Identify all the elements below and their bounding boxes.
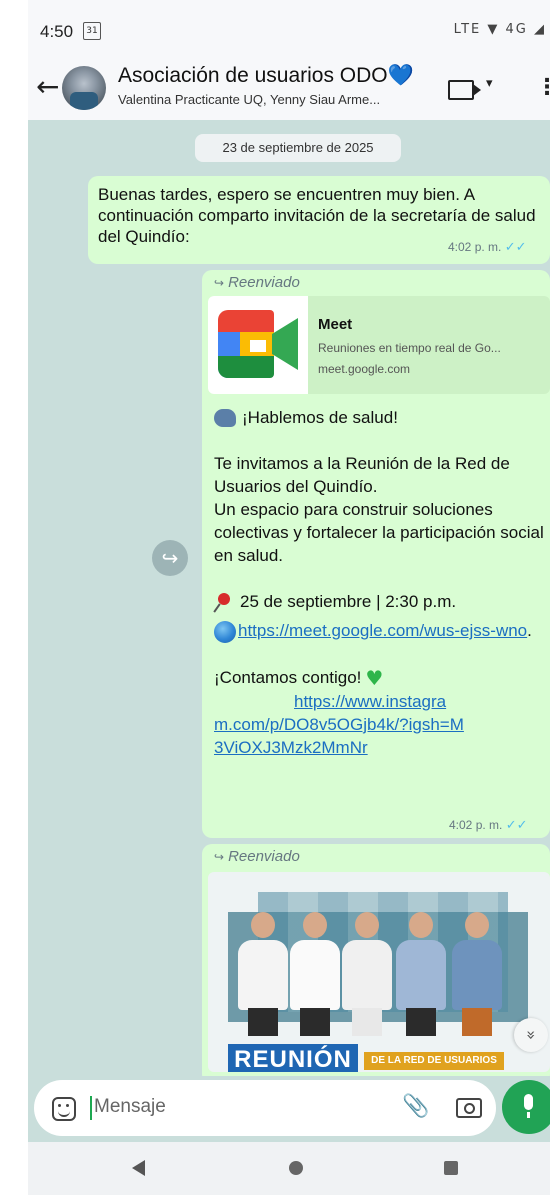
read-ticks-icon: ✓✓ <box>505 818 528 833</box>
invitation-image[interactable]: REUNIÓN DE LA RED DE USUARIOS <box>208 872 550 1072</box>
message-placeholder[interactable]: Mensaje <box>94 1096 166 1118</box>
chat-title[interactable]: Asociación de usuarios ODO💙 <box>118 64 414 88</box>
chat-title-text: Asociación de usuarios ODO <box>118 64 388 87</box>
message-time: 4:02 p. m. <box>449 818 503 832</box>
chevron-down-icon[interactable]: ▾ <box>486 76 493 91</box>
closing-text: ¡Contamos contigo! <box>214 667 362 687</box>
person-doctor <box>290 912 340 1036</box>
message-time-container: 4:02 p. m. ✓✓ <box>449 818 528 833</box>
forwarded-icon: ↪ <box>214 850 225 864</box>
system-navigation-bar <box>28 1142 550 1195</box>
attach-icon[interactable]: 📎 <box>402 1094 429 1119</box>
message-bubble[interactable]: Buenas tardes, espero se encuentren muy … <box>88 176 550 264</box>
chat-participants[interactable]: Valentina Practicante UQ, Yenny Siau Arm… <box>118 92 380 107</box>
pushpin-emoji <box>214 592 234 613</box>
nav-recent-apps-icon[interactable] <box>444 1161 458 1175</box>
scroll-down-button[interactable]: » <box>514 1018 548 1052</box>
forwarded-text: Reenviado <box>228 848 300 865</box>
message-body: ¡Hablemos de salud! Te invitamos a la Re… <box>214 406 544 759</box>
status-time: 4:50 <box>40 22 74 41</box>
chat-header: ← Asociación de usuarios ODO💙 Valentina … <box>28 62 550 120</box>
forward-button[interactable]: ↪ <box>152 540 188 576</box>
forwarded-icon: ↪ <box>214 276 225 290</box>
message-line: https://meet.google.com/wus-ejss-wno. <box>214 619 544 643</box>
link-period: . <box>527 621 532 640</box>
instagram-link[interactable]: https://www.instagram.com/p/DO8v5OGjb4k/… <box>214 692 464 757</box>
image-banner-subtitle: DE LA RED DE USUARIOS <box>364 1052 504 1070</box>
headline-text: ¡Hablemos de salud! <box>242 408 398 427</box>
message-line: ¡Contamos contigo! ♥ <box>214 666 544 690</box>
space-text: Un espacio para construir soluciones col… <box>214 500 544 565</box>
speaking-head-emoji <box>214 408 236 427</box>
link-preview-description: Reuniones en tiempo real de Go... <box>318 341 501 355</box>
more-options-icon[interactable]: ⋮ <box>536 76 550 98</box>
person-musician <box>396 912 446 1036</box>
message-line: https://www.instagram.com/p/DO8v5OGjb4k/… <box>214 690 544 759</box>
voice-message-button[interactable] <box>502 1080 550 1134</box>
back-arrow-icon[interactable]: ← <box>36 72 59 102</box>
link-preview-domain: meet.google.com <box>318 362 411 376</box>
nav-back-icon[interactable] <box>132 1160 145 1176</box>
invite-text: Te invitamos a la Reunión de la Red de U… <box>214 454 510 496</box>
image-banner-title: REUNIÓN <box>228 1044 358 1072</box>
camera-icon[interactable] <box>456 1098 482 1118</box>
forwarded-image-bubble[interactable]: ↪ Reenviado REUNIÓN DE LA RED DE USUARIOS <box>202 844 550 1076</box>
message-input[interactable]: Mensaje 📎 <box>34 1080 496 1136</box>
meet-link[interactable]: https://meet.google.com/wus-ejss-wno <box>238 621 527 640</box>
chat-area: 23 de septiembre de 2025 Buenas tardes, … <box>28 120 550 1076</box>
link-preview-title: Meet <box>318 316 353 333</box>
message-composer: Mensaje 📎 <box>28 1076 550 1142</box>
nav-home-icon[interactable] <box>289 1161 303 1175</box>
sticker-icon[interactable] <box>52 1097 76 1121</box>
network-icons: LTE ▼ 4G ◢ <box>453 22 546 37</box>
message-time: 4:02 p. m. <box>448 240 502 254</box>
text-cursor <box>90 1096 92 1120</box>
forwarded-message-bubble[interactable]: ↪ Reenviado Meet Reuniones en tiempo real… <box>202 270 550 838</box>
person-worker <box>452 912 502 1036</box>
whatsapp-screen: 4:50 31 LTE ▼ 4G ◢ ← Asociación de usuar… <box>28 0 550 1195</box>
person-nurse <box>342 912 392 1036</box>
date-chip: 23 de septiembre de 2025 <box>195 134 401 162</box>
video-call-icon[interactable] <box>448 80 481 100</box>
event-date-text: 25 de septiembre | 2:30 p.m. <box>240 592 457 611</box>
read-ticks-icon: ✓✓ <box>504 240 527 255</box>
message-line: 25 de septiembre | 2:30 p.m. <box>214 590 544 613</box>
forwarded-text: Reenviado <box>228 274 300 291</box>
google-meet-logo-icon <box>208 296 308 394</box>
calendar-icon: 31 <box>83 22 101 40</box>
green-heart-emoji: ♥ <box>365 665 384 690</box>
message-line: ¡Hablemos de salud! <box>214 406 544 429</box>
globe-emoji <box>214 620 236 643</box>
message-text: Buenas tardes, espero se encuentren muy … <box>98 185 536 246</box>
microphone-icon <box>524 1094 533 1118</box>
group-avatar[interactable] <box>62 66 106 110</box>
status-bar: 4:50 31 LTE ▼ 4G ◢ <box>28 0 550 62</box>
message-time-container: 4:02 p. m. ✓✓ <box>448 240 527 255</box>
blue-heart-emoji: 💙 <box>387 64 414 87</box>
link-preview-card[interactable]: Meet Reuniones en tiempo real de Go... m… <box>208 296 550 394</box>
forwarded-label: ↪ Reenviado <box>214 848 300 865</box>
person-chef <box>238 912 288 1036</box>
forwarded-label: ↪ Reenviado <box>214 274 300 291</box>
